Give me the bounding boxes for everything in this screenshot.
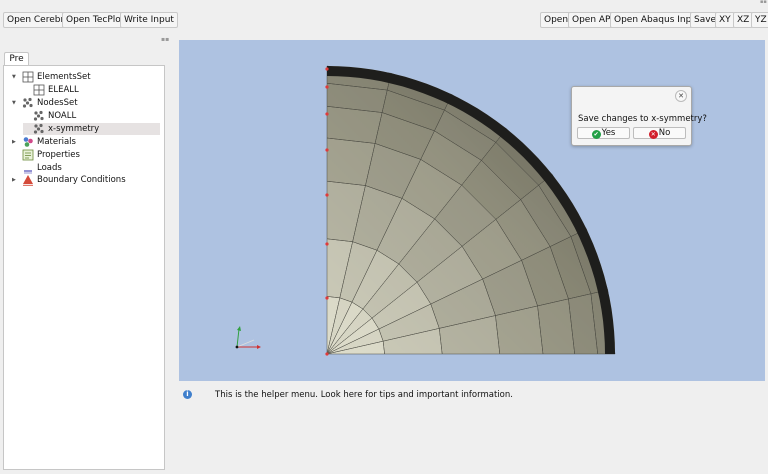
view-xy-button[interactable]: XY (715, 12, 735, 28)
info-icon: i (183, 390, 192, 399)
tree-item-loads[interactable]: Loads (12, 162, 162, 174)
no-label: No (658, 128, 671, 138)
tree-item-eleall[interactable]: ELEALL (23, 84, 162, 96)
boundary-icon (23, 175, 33, 186)
model-tree: ▼ ElementsSet ELEALL ▼ NodesSet NOALL x-… (3, 65, 165, 470)
properties-icon (22, 149, 34, 161)
grid-icon (22, 71, 34, 83)
tree-item-nodesset[interactable]: ▼ NodesSet (12, 97, 162, 109)
tree-item-label: NodesSet (37, 98, 78, 108)
nodes-icon (33, 110, 44, 121)
axis-triad-icon (235, 326, 261, 349)
no-button[interactable]: ✕ No (633, 127, 686, 139)
materials-icon (23, 137, 33, 147)
close-icon[interactable]: ✕ (675, 90, 687, 102)
tree-item-x-symmetry[interactable]: x-symmetry (23, 123, 160, 135)
helper-message: This is the helper menu. Look here for t… (215, 390, 513, 400)
panel-splitter-grip-icon[interactable]: ▪▪ (161, 37, 170, 43)
grid-icon (33, 84, 45, 96)
write-input-button[interactable]: Write Input (120, 12, 178, 28)
window-grip-icon[interactable]: ▪▪ (760, 0, 767, 5)
save-changes-dialog: ✕ Save changes to x-symmetry? ✔ Yes ✕ No (571, 86, 707, 146)
expanded-arrow-icon[interactable]: ▼ (12, 97, 19, 109)
yes-label: Yes (601, 128, 616, 138)
tree-item-label: ElementsSet (37, 72, 91, 82)
expanded-arrow-icon[interactable]: ▼ (12, 71, 19, 83)
cancel-icon: ✕ (648, 130, 658, 139)
loads-icon (24, 170, 32, 174)
tree-item-properties[interactable]: Properties (12, 149, 162, 161)
nodes-icon (22, 97, 33, 108)
tree-item-label: Materials (37, 137, 76, 147)
collapsed-arrow-icon[interactable]: ▶ (12, 174, 19, 186)
dialog-message: Save changes to x-symmetry? (578, 114, 707, 124)
tree-item-label: NOALL (48, 111, 77, 121)
yes-button[interactable]: ✔ Yes (577, 127, 630, 139)
check-icon: ✔ (591, 130, 601, 139)
tree-item-label: Properties (37, 150, 80, 160)
view-yz-button[interactable]: YZ (751, 12, 768, 28)
tab-pre[interactable]: Pre (4, 52, 29, 66)
tree-item-elementsset[interactable]: ▼ ElementsSet (12, 71, 162, 83)
tree-item-materials[interactable]: ▶ Materials (12, 136, 162, 148)
tree-item-label: ELEALL (48, 85, 79, 95)
tree-item-label: Boundary Conditions (37, 175, 126, 185)
open-tecplot-button[interactable]: Open TecPlot (62, 12, 129, 28)
collapsed-arrow-icon[interactable]: ▶ (12, 136, 19, 148)
tree-item-boundary-conditions[interactable]: ▶ Boundary Conditions (12, 174, 162, 186)
tree-item-noall[interactable]: NOALL (23, 110, 162, 122)
nodes-icon (33, 123, 44, 134)
tree-item-label: Loads (37, 163, 62, 173)
tree-item-label: x-symmetry (48, 124, 100, 134)
